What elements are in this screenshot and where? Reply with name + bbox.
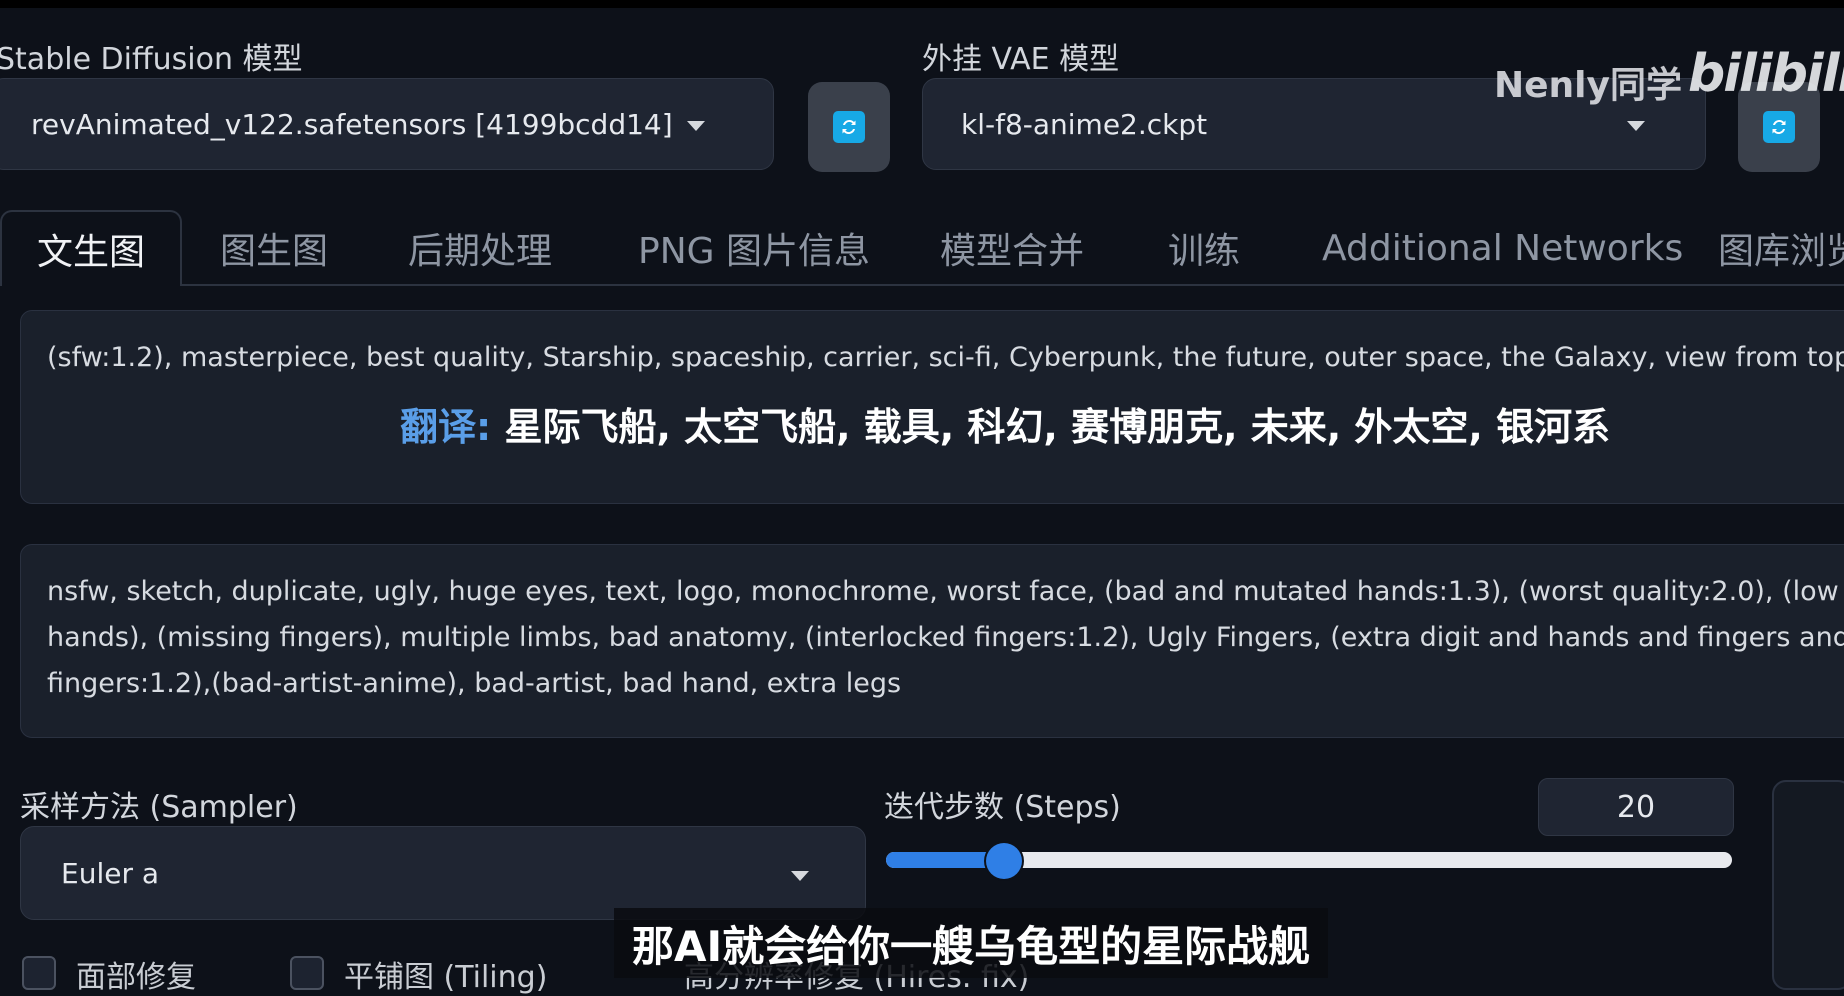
author-watermark: Nenly同学 — [1494, 65, 1682, 106]
chevron-down-icon — [791, 871, 809, 881]
tiling-checkbox[interactable] — [290, 956, 324, 990]
face-restore-label: 面部修复 — [76, 960, 196, 995]
bilibili-logo: bilibili — [1688, 44, 1844, 104]
refresh-icon — [833, 111, 865, 143]
negative-prompt-textarea[interactable]: nsfw, sketch, duplicate, ugly, huge eyes… — [20, 544, 1844, 738]
sd-model-label: Stable Diffusion 模型 — [0, 42, 303, 77]
steps-label: 迭代步数 (Steps) — [884, 790, 1121, 825]
negative-prompt-line: nsfw, sketch, duplicate, ugly, huge eyes… — [47, 576, 1844, 607]
sd-model-refresh-button[interactable] — [808, 82, 890, 172]
face-restore-checkbox[interactable] — [22, 956, 56, 990]
translation-label: 翻译: — [400, 405, 492, 449]
prompt-text: (sfw:1.2), masterpiece, best quality, St… — [47, 342, 1844, 373]
sd-model-value: revAnimated_v122.safetensors [4199bcdd14… — [31, 107, 673, 141]
video-subtitle: 那AI就会给你一艘乌龟型的星际战舰 — [614, 908, 1329, 978]
sampler-value: Euler a — [61, 856, 160, 890]
tab-img2img[interactable]: 图生图 — [220, 210, 328, 286]
tab-txt2img[interactable]: 文生图 — [0, 210, 182, 286]
steps-slider-thumb[interactable] — [986, 843, 1022, 879]
vae-value: kl-f8-anime2.ckpt — [961, 107, 1208, 141]
tiling-label: 平铺图 (Tiling) — [344, 960, 548, 995]
steps-input[interactable]: 20 — [1538, 778, 1734, 836]
translation-text: 星际飞船, 太空飞船, 载具, 科幻, 赛博朋克, 未来, 外太空, 银河系 — [504, 405, 1611, 449]
tab-bar: 文生图 图生图 后期处理 PNG 图片信息 模型合并 训练 Additional… — [0, 210, 1844, 286]
chevron-down-icon — [687, 121, 705, 131]
tab-train[interactable]: 训练 — [1168, 210, 1240, 286]
chevron-down-icon — [1627, 121, 1645, 131]
tab-additional-networks[interactable]: Additional Networks — [1322, 210, 1683, 286]
tab-image-browser[interactable]: 图库浏览 — [1718, 210, 1844, 286]
sampler-dropdown[interactable]: Euler a — [20, 826, 866, 920]
negative-prompt-line: fingers:1.2),(bad-artist-anime), bad-art… — [47, 668, 902, 699]
tab-checkpoint-merger[interactable]: 模型合并 — [940, 210, 1084, 286]
side-panel — [1772, 780, 1844, 990]
sd-model-dropdown[interactable]: revAnimated_v122.safetensors [4199bcdd14… — [0, 78, 774, 170]
translation-overlay: 翻译: 星际飞船, 太空飞船, 载具, 科幻, 赛博朋克, 未来, 外太空, 银… — [400, 396, 1610, 451]
top-edge — [0, 0, 1844, 8]
negative-prompt-line: hands), (missing fingers), multiple limb… — [47, 622, 1844, 653]
sampler-label: 采样方法 (Sampler) — [20, 790, 298, 825]
tab-png-info[interactable]: PNG 图片信息 — [638, 210, 870, 286]
tab-extras[interactable]: 后期处理 — [408, 210, 552, 286]
vae-label: 外挂 VAE 模型 — [922, 42, 1120, 77]
refresh-icon — [1763, 111, 1795, 143]
